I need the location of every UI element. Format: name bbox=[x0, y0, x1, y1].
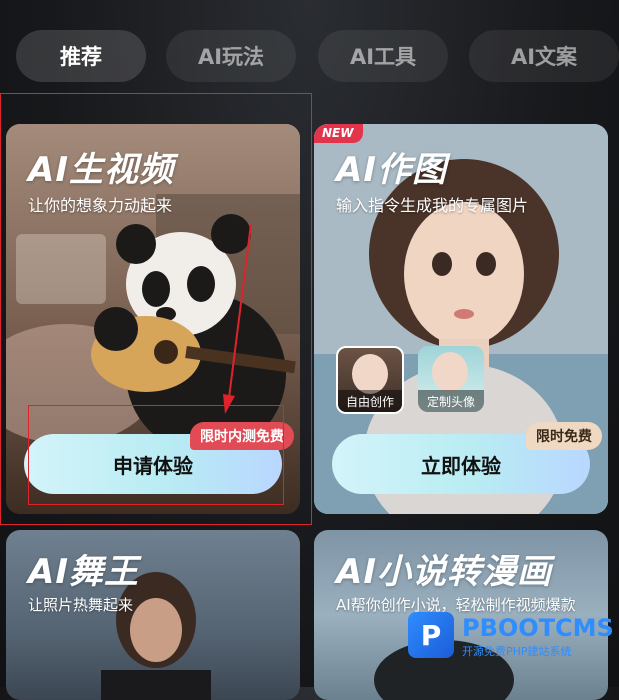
face-thumbnail bbox=[352, 354, 388, 394]
tab-ai-copywriting[interactable]: AI文案 bbox=[469, 30, 619, 82]
card-subtitle: 让你的想象力动起来 bbox=[28, 196, 173, 215]
thumb-label: 自由创作 bbox=[338, 390, 402, 412]
card-subtitle: 让照片热舞起来 bbox=[28, 596, 134, 614]
card-title: AI小说转漫画 bbox=[336, 552, 552, 592]
card-ai-video[interactable]: AI生视频 让你的想象力动起来 申请体验 限时内测免费 bbox=[6, 124, 300, 514]
card-subtitle: 输入指令生成我的专属图片 bbox=[336, 196, 529, 215]
card-title: AI作图 bbox=[336, 150, 447, 190]
face-thumbnail bbox=[432, 352, 468, 392]
limited-beta-free-badge: 限时内测免费 bbox=[190, 422, 294, 450]
watermark-tagline: 开源免费PHP建站系统 bbox=[462, 645, 572, 658]
card-title: AI舞王 bbox=[28, 552, 139, 592]
pbootcms-logo-icon: P bbox=[408, 612, 454, 658]
card-title: AI生视频 bbox=[28, 150, 174, 190]
card-ai-dance[interactable]: AI舞王 让照片热舞起来 bbox=[6, 530, 300, 700]
watermark-name: PBOOTCMS bbox=[462, 614, 614, 642]
tab-recommend[interactable]: 推荐 bbox=[16, 30, 146, 82]
category-tabs: 推荐 AI玩法 AI工具 AI文案 bbox=[16, 30, 619, 82]
custom-avatar-thumb[interactable]: 定制头像 bbox=[418, 346, 484, 412]
new-badge: NEW bbox=[314, 124, 364, 143]
limited-free-badge: 限时免费 bbox=[526, 422, 602, 450]
free-create-thumb[interactable]: 自由创作 bbox=[336, 346, 404, 414]
tab-ai-tools[interactable]: AI工具 bbox=[318, 30, 448, 82]
tab-ai-play[interactable]: AI玩法 bbox=[166, 30, 296, 82]
pbootcms-watermark: P PBOOTCMS 开源免费PHP建站系统 bbox=[408, 612, 614, 662]
card-ai-image[interactable]: NEW AI作图 输入指令生成我的专属图片 自由创作 定制头像 立即体验 限时免… bbox=[314, 124, 608, 514]
thumb-label: 定制头像 bbox=[418, 390, 484, 412]
annotation-arrow-icon bbox=[223, 223, 252, 414]
